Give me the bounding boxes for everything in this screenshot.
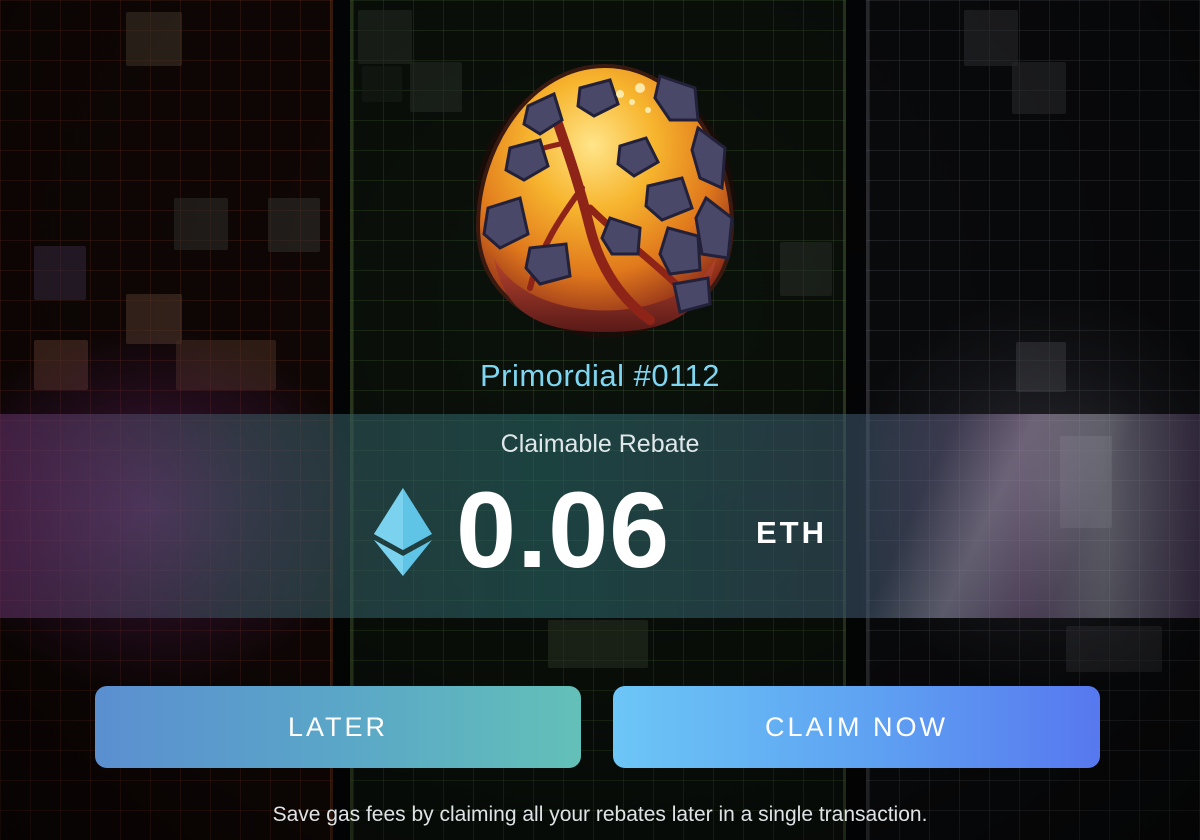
claim-now-button-label: CLAIM NOW [764,711,948,742]
background-tile [34,246,86,300]
background-tile [126,12,182,66]
egg-icon [475,63,735,338]
rebate-claim-screen: Primordial #0112 Claimable Rebate 0.06 E… [0,0,1200,840]
background-tile [410,62,462,112]
background-tile [362,66,402,102]
background-tile [1012,62,1066,114]
gas-fee-note: Save gas fees by claiming all your rebat… [272,803,928,826]
background-tile [548,620,648,668]
later-button[interactable]: LATER [95,686,581,768]
rebate-label: Claimable Rebate [500,430,700,458]
nft-name: Primordial #0112 [479,358,721,393]
background-tile [964,10,1018,66]
claim-now-button[interactable]: CLAIM NOW [613,686,1100,768]
ethereum-icon [374,488,432,576]
background-tile [268,198,320,252]
later-button-label: LATER [287,711,389,742]
background-tile [174,198,228,250]
rebate-unit: ETH [756,515,827,550]
rebate-amount: 0.06 [456,469,671,590]
background-tile [358,10,412,64]
background-tile [780,242,832,296]
